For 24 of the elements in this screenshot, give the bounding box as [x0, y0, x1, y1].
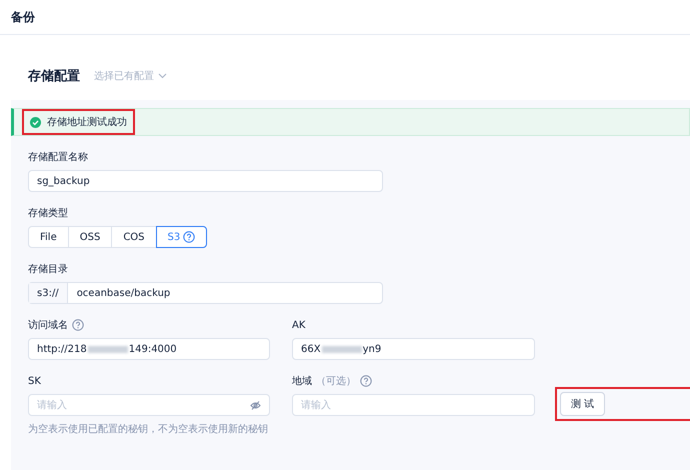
hint-text: 为空表示使用已配置的秘钥，不为空表示使用新的秘钥: [28, 422, 269, 436]
eye-slash-icon: [250, 400, 261, 410]
segment-option[interactable]: S3: [156, 226, 208, 248]
segment-option[interactable]: File: [28, 226, 69, 248]
field-label: AK: [292, 320, 306, 330]
field-label: 访问域名: [28, 318, 68, 332]
section-title: 存储配置: [28, 68, 80, 85]
segment-option[interactable]: OSS: [68, 226, 112, 248]
field-label: SK: [28, 376, 41, 386]
alert-text: 存储地址测试成功: [47, 116, 127, 129]
field-label: 存储类型: [28, 206, 68, 220]
segment-option[interactable]: COS: [111, 226, 157, 248]
input-field[interactable]: http://218 149:4000: [28, 338, 270, 360]
input-field[interactable]: 66X yn9: [292, 338, 535, 360]
field-label: 存储目录: [28, 262, 68, 276]
input-field[interactable]: s3:// oceanbase/backup: [28, 282, 383, 304]
field-label: 存储配置名称: [28, 150, 88, 164]
input-field[interactable]: sg_backup: [28, 170, 383, 192]
check-circle-icon: [30, 116, 41, 128]
test-button[interactable]: 测 试: [560, 392, 606, 416]
chevron-down-icon: [158, 73, 167, 79]
optional-label: （可选）: [316, 374, 356, 388]
field-label: 地域: [292, 374, 312, 388]
page-title: 备份: [11, 8, 35, 26]
